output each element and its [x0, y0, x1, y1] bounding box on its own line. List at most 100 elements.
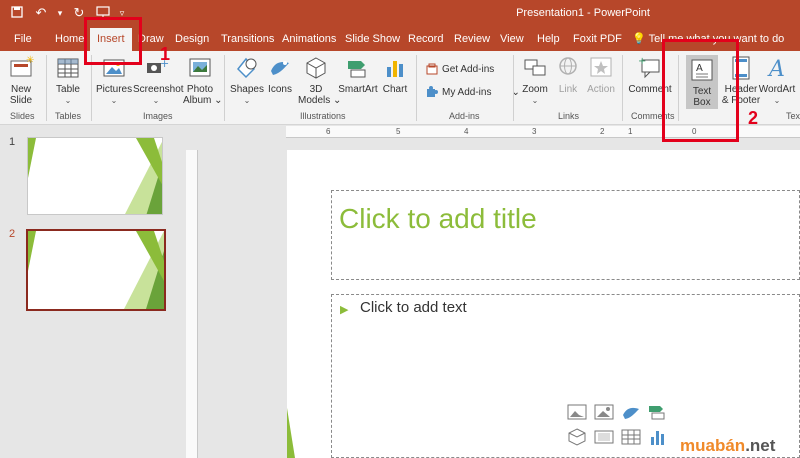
tab-file[interactable]: File: [14, 33, 32, 45]
new-slide-icon: ✳: [10, 55, 34, 77]
svg-text:✳: ✳: [26, 55, 34, 66]
watermark-suffix: .net: [745, 436, 776, 455]
tab-transitions[interactable]: Transitions: [221, 33, 274, 45]
insert-chart-icon[interactable]: [648, 428, 668, 446]
smartart-icon: [348, 61, 366, 78]
link-button[interactable]: Link: [555, 55, 581, 95]
ribbon-separator: [46, 55, 47, 121]
wordart-icon: A: [767, 57, 785, 81]
tab-help[interactable]: Help: [537, 33, 560, 45]
content-placeholder-text: Click to add text: [360, 299, 467, 316]
ruler-tick: 5: [396, 127, 401, 136]
action-label: Action: [587, 84, 615, 95]
tab-design[interactable]: Design: [175, 33, 209, 45]
insert-picture-icon[interactable]: [567, 403, 587, 421]
wordart-label: WordArt: [758, 84, 796, 95]
slide-thumbnail-number: 1: [9, 136, 16, 148]
table-label: Table: [56, 84, 80, 95]
tab-animations[interactable]: Animations: [282, 33, 336, 45]
3d-models-button[interactable]: 3D Models ⌄: [298, 55, 342, 106]
new-slide-button[interactable]: ✳ New Slide: [6, 55, 36, 106]
ribbon-separator: [416, 55, 417, 121]
table-icon: [57, 58, 79, 78]
comment-icon: +: [638, 56, 660, 79]
ribbon-separator: [224, 55, 225, 121]
lightbulb-icon: 💡: [632, 33, 646, 45]
shapes-button[interactable]: Shapes ⌄: [230, 55, 264, 106]
tab-foxit-pdf[interactable]: Foxit PDF: [573, 33, 622, 45]
icons-icon: [271, 61, 289, 75]
3d-models-label-2-text: Models: [298, 95, 331, 106]
insert-table-icon[interactable]: [621, 428, 641, 446]
3d-models-label-2: Models ⌄: [298, 95, 342, 106]
bullet-icon: ▶: [340, 304, 349, 316]
group-tables-label: Tables: [55, 111, 82, 121]
chevron-down-icon: ⌄: [773, 96, 781, 105]
watermark-main: muabán: [680, 436, 746, 455]
screenshot-label: Screenshot: [133, 84, 184, 95]
link-label: Link: [558, 84, 578, 95]
slide-canvas[interactable]: Click to add title ▶ Click to add text: [287, 150, 800, 458]
slide-theme-graphic: [28, 231, 164, 309]
insert-video-icon[interactable]: [594, 428, 614, 446]
action-button[interactable]: Action: [585, 55, 617, 95]
insert-smartart-icon[interactable]: [648, 403, 668, 421]
highlight-text-box: [662, 39, 739, 142]
my-addins-button[interactable]: My Add-ins ⌄: [426, 86, 520, 98]
insert-3d-model-icon[interactable]: [567, 428, 587, 446]
title-placeholder[interactable]: Click to add title: [331, 190, 800, 280]
group-text-label: Text: [786, 111, 800, 121]
tab-view[interactable]: View: [500, 33, 524, 45]
get-addins-button[interactable]: Get Add-ins: [426, 63, 494, 75]
pictures-label: Pictures: [96, 84, 133, 95]
ruler-tick: 6: [326, 127, 331, 136]
tab-record[interactable]: Record: [408, 33, 443, 45]
chevron-down-icon: ⌄: [64, 96, 72, 105]
get-addins-label: Get Add-ins: [442, 63, 495, 75]
chevron-down-icon: ⌄: [152, 96, 160, 105]
ribbon-separator: [622, 55, 623, 121]
annotation-step-2: 2: [748, 108, 759, 128]
my-addins-label: My Add-ins: [442, 86, 492, 98]
slide-thumbnail-2[interactable]: [26, 229, 166, 311]
new-slide-label: New: [10, 84, 31, 95]
insert-icons-icon[interactable]: [621, 403, 641, 421]
chart-button[interactable]: Chart: [380, 55, 410, 95]
shapes-icon: [236, 57, 257, 79]
annotation-step-1: 1: [160, 44, 171, 64]
chevron-down-icon: ⌄: [110, 96, 118, 105]
insert-online-picture-icon[interactable]: [594, 403, 614, 421]
ribbon-separator: [513, 55, 514, 121]
tab-home[interactable]: Home: [55, 33, 84, 45]
tab-review[interactable]: Review: [454, 33, 490, 45]
cube-icon: [306, 57, 326, 79]
group-links-label: Links: [558, 111, 580, 121]
chart-label: Chart: [382, 84, 408, 95]
tab-slide-show[interactable]: Slide Show: [345, 33, 400, 45]
shapes-label: Shapes: [230, 84, 264, 95]
chart-icon: [387, 61, 403, 77]
zoom-button[interactable]: Zoom ⌄: [520, 55, 550, 106]
slide-theme-graphic: [287, 408, 295, 458]
photo-album-icon: [189, 58, 211, 77]
table-button[interactable]: Table ⌄: [54, 55, 82, 106]
group-images-label: Images: [143, 111, 173, 121]
slide-theme-graphic: [28, 138, 162, 214]
star-action-icon: [590, 57, 612, 77]
photo-album-label-2: Album ⌄: [183, 95, 223, 106]
content-placeholder[interactable]: ▶ Click to add text: [331, 294, 800, 458]
watermark-logo: muabán.net: [680, 436, 775, 456]
title-placeholder-text: Click to add title: [339, 203, 537, 234]
highlight-insert-tab: [84, 17, 142, 65]
wordart-button[interactable]: A WordArt ⌄: [758, 55, 796, 106]
new-slide-label-2: Slide: [9, 95, 33, 106]
photo-album-label: Photo: [186, 84, 214, 95]
photo-album-button[interactable]: Photo Album ⌄: [183, 55, 223, 106]
ruler-tick: 4: [464, 127, 469, 136]
icons-button[interactable]: Icons: [266, 55, 294, 95]
group-addins-label: Add-ins: [449, 111, 480, 121]
slide-thumbnail-1[interactable]: [27, 137, 163, 215]
puzzle-icon: [427, 86, 438, 97]
ruler-tick: 1: [628, 127, 633, 136]
smartart-button[interactable]: SmartArt: [338, 55, 378, 95]
